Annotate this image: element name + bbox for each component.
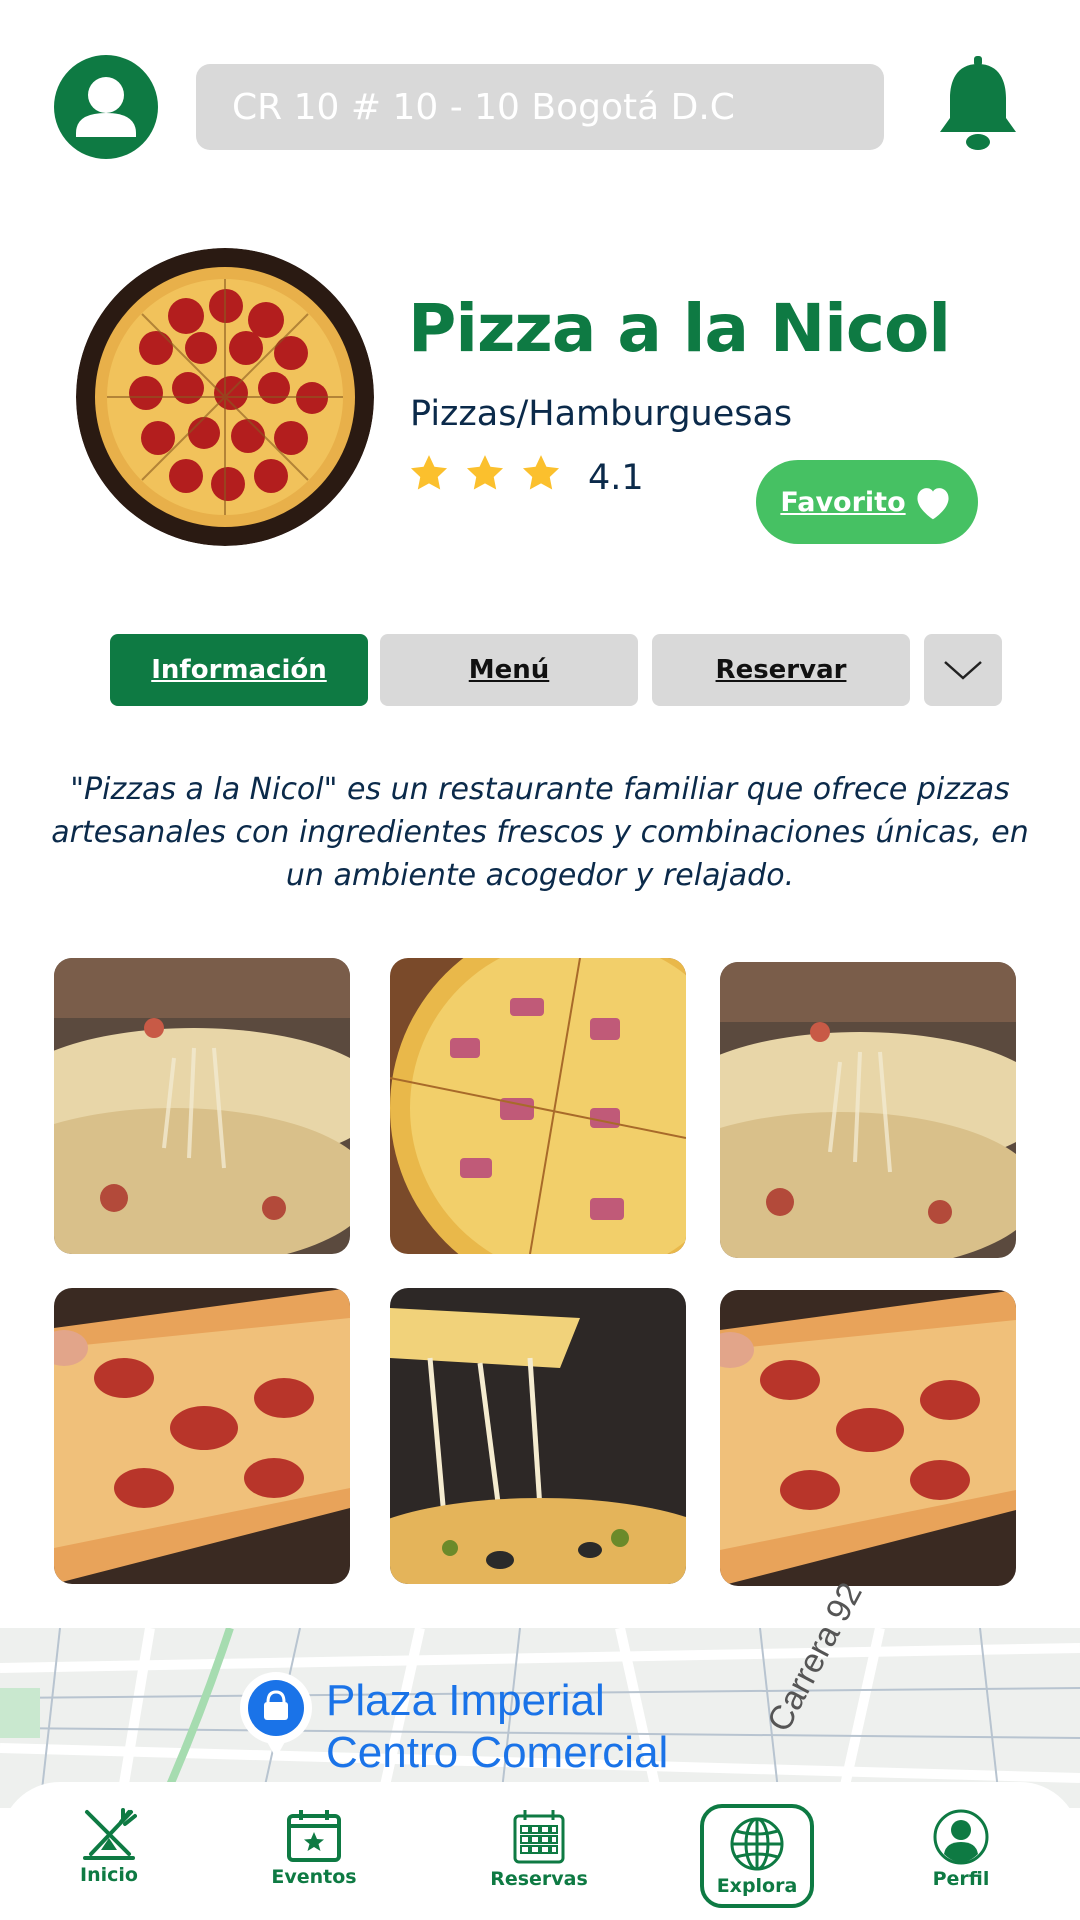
nav-label: Explora [716, 1875, 798, 1897]
star-icon [410, 455, 448, 490]
rating-value: 4.1 [588, 458, 644, 498]
nav-reservas[interactable]: Reservas [479, 1808, 599, 1890]
calendar-star-icon [287, 1810, 341, 1862]
gallery-image-2[interactable] [390, 958, 686, 1254]
rating-stars [408, 452, 562, 494]
fork-knife-icon [83, 1808, 137, 1860]
profile-icon [933, 1809, 989, 1865]
restaurant-logo-image [76, 248, 374, 546]
nav-eventos[interactable]: Eventos [254, 1808, 374, 1888]
nav-explora[interactable]: Explora [700, 1804, 814, 1908]
globe-icon [730, 1817, 784, 1871]
user-avatar[interactable] [54, 55, 158, 159]
heart-icon [917, 488, 949, 520]
bell-icon[interactable] [936, 56, 1020, 152]
more-tabs-dropdown[interactable] [924, 634, 1002, 706]
nav-label: Eventos [271, 1866, 357, 1888]
gallery-image-1[interactable] [54, 958, 350, 1254]
map-place-name: Plaza Imperial [326, 1676, 605, 1725]
restaurant-name: Pizza a la Nicol [408, 290, 951, 367]
tab-menu[interactable]: Menú [380, 634, 638, 706]
tab-reservar[interactable]: Reservar [652, 634, 910, 706]
favorite-button[interactable]: Favorito [756, 460, 978, 544]
bottom-navigation: Inicio Eventos Reservas Explora Perfil [0, 1782, 1080, 1920]
restaurant-description: "Pizzas a la Nicol" es un restaurante fa… [51, 772, 1029, 893]
map-place-type: Centro Comercial [326, 1728, 669, 1777]
address-input[interactable] [196, 64, 884, 150]
restaurant-category: Pizzas/Hamburguesas [410, 394, 793, 434]
nav-label: Reservas [490, 1868, 588, 1890]
gallery-image-5[interactable] [390, 1288, 686, 1584]
gallery-image-6[interactable] [720, 1290, 1016, 1586]
gallery-image-3[interactable] [720, 962, 1016, 1258]
tab-informacion[interactable]: Información [110, 634, 368, 706]
calendar-grid-icon [513, 1810, 565, 1864]
nav-inicio[interactable]: Inicio [49, 1808, 169, 1886]
gallery-image-4[interactable] [54, 1288, 350, 1584]
map-pin-icon [240, 1672, 312, 1758]
user-icon [76, 77, 136, 137]
star-icon [522, 455, 560, 490]
top-bar [0, 0, 1080, 200]
star-icon [466, 455, 504, 490]
favorite-label: Favorito [780, 486, 906, 518]
nav-perfil[interactable]: Perfil [901, 1808, 1021, 1890]
nav-label: Inicio [80, 1864, 138, 1886]
nav-label: Perfil [932, 1868, 990, 1890]
chevron-down-icon [944, 661, 982, 680]
